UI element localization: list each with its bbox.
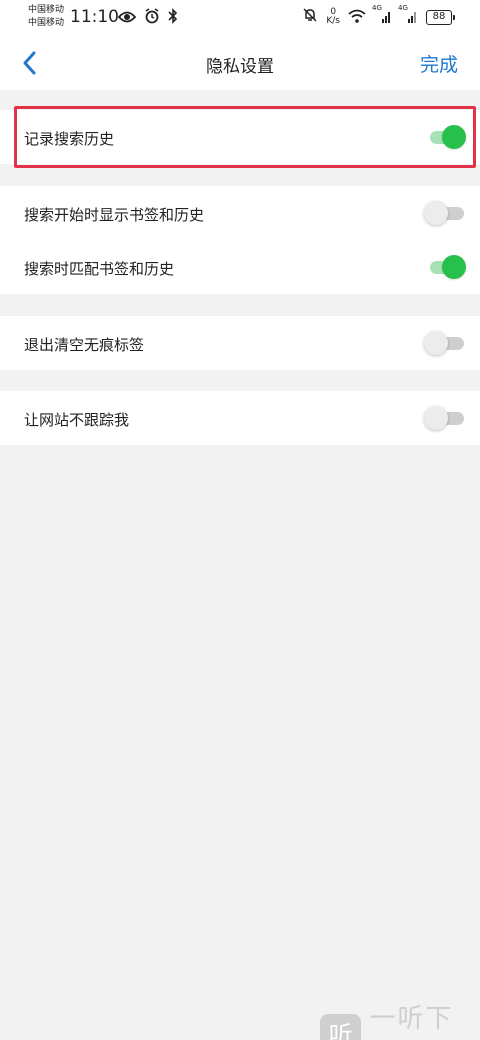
page-title: 隐私设置 [206,57,274,77]
toggle-knob [442,125,466,149]
net-speed: 0 K/s [326,8,340,26]
setting-row-record-search-history: 记录搜索历史 [0,110,480,164]
carrier-2: 中国移动 [28,18,65,28]
match-bookmarks-on-search-toggle[interactable] [424,255,466,279]
alarm-icon [144,8,160,28]
status-bar: 中国移动 中国移动 11:10 0 K/s 4G 4G 88 [0,0,480,36]
watermark-text: 一听下载 [369,1004,454,1034]
carrier-info: 中国移动 中国移动 [28,4,64,30]
status-time: 11:10 [70,7,119,27]
settings-group-3: 退出清空无痕标签 [0,316,480,370]
toggle-knob [424,331,448,355]
bluetooth-icon [168,8,178,28]
mute-icon [302,7,318,27]
setting-row-clear-incognito-on-exit: 退出清空无痕标签 [0,316,480,370]
settings-group-1: 记录搜索历史 [0,110,480,164]
clear-incognito-on-exit-toggle[interactable] [424,331,466,355]
nav-bar: 隐私设置 完成 [0,36,480,90]
watermark-logo: 听 [320,1014,362,1040]
toggle-knob [442,255,466,279]
signal-icon: 4G [372,4,392,27]
signal-2-label: 4G [398,3,408,12]
status-icons-left [117,8,178,28]
setting-label: 搜索时匹配书签和历史 [24,260,175,278]
record-search-history-toggle[interactable] [424,125,466,149]
setting-row-match-bookmarks-on-search: 搜索时匹配书签和历史 [0,240,480,294]
setting-label: 退出清空无痕标签 [24,336,145,354]
signal-icon: 4G [398,4,418,27]
setting-label: 搜索开始时显示书签和历史 [24,206,205,224]
setting-label: 让网站不跟踪我 [24,411,130,429]
setting-label: 记录搜索历史 [24,130,115,148]
net-speed-unit: K/s [326,16,340,26]
toggle-knob [424,406,448,430]
watermark: 听 一听下载 [320,998,480,1040]
show-bookmarks-on-search-start-toggle[interactable] [424,201,466,225]
carrier-1: 中国移动 [28,5,65,15]
toggle-knob [424,201,448,225]
do-not-track-toggle[interactable] [424,406,466,430]
status-icons-right: 0 K/s 4G 4G 88 [302,4,455,27]
eye-icon [117,9,137,28]
battery-indicator: 88 [426,9,455,25]
setting-row-show-bookmarks-on-search-start: 搜索开始时显示书签和历史 [0,186,480,240]
wifi-icon [348,8,366,27]
settings-group-4: 让网站不跟踪我 [0,391,480,445]
setting-row-do-not-track: 让网站不跟踪我 [0,391,480,445]
signal-1-label: 4G [372,3,382,12]
settings-group-2: 搜索开始时显示书签和历史 搜索时匹配书签和历史 [0,186,480,294]
done-button[interactable]: 完成 [420,50,458,77]
